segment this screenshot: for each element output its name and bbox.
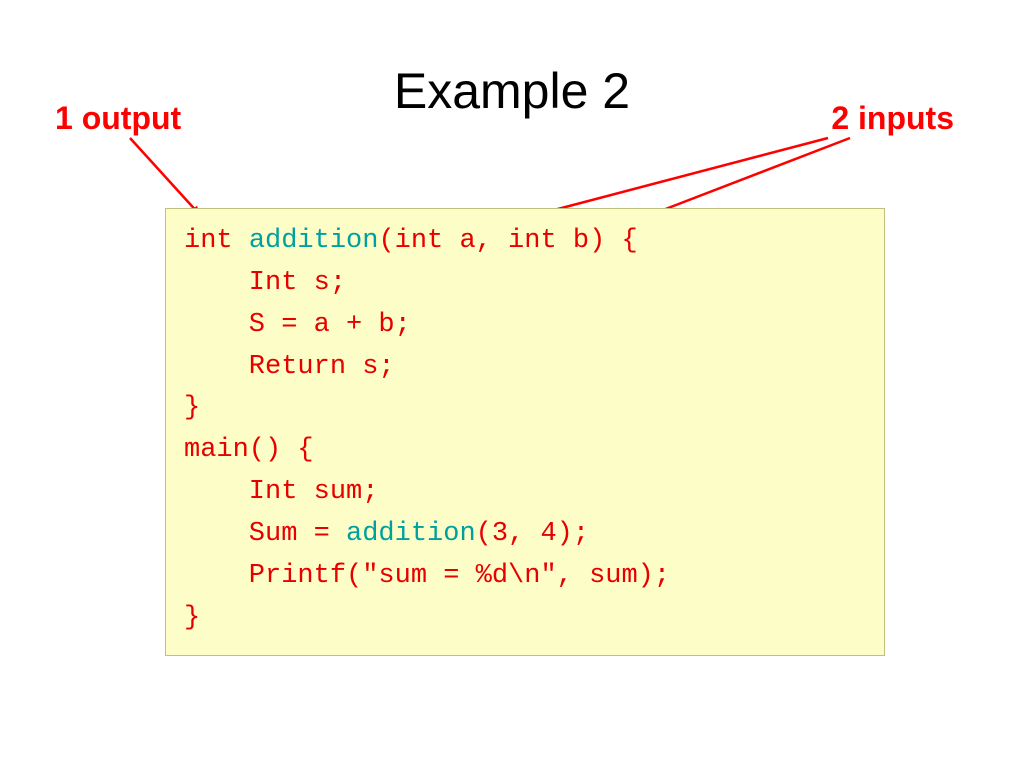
output-label: 1 output [55, 100, 181, 137]
code-line-6: main() { [184, 430, 866, 472]
arrow-output [130, 138, 200, 215]
code-line-8: Sum = addition(3, 4); [184, 514, 866, 556]
code-line-3: S = a + b; [184, 305, 866, 347]
code-line-4: Return s; [184, 347, 866, 389]
code-line-1: int addition(int a, int b) { [184, 221, 866, 263]
code-line-2: Int s; [184, 263, 866, 305]
code-line-7: Int sum; [184, 472, 866, 514]
code-line-9: Printf("sum = %d\n", sum); [184, 556, 866, 598]
inputs-label: 2 inputs [831, 100, 954, 137]
code-line-5: } [184, 388, 866, 430]
arrow-input-b [650, 138, 850, 215]
code-block: int addition(int a, int b) { Int s; S = … [165, 208, 885, 656]
code-line-10: } [184, 598, 866, 640]
arrow-input-a [535, 138, 828, 215]
